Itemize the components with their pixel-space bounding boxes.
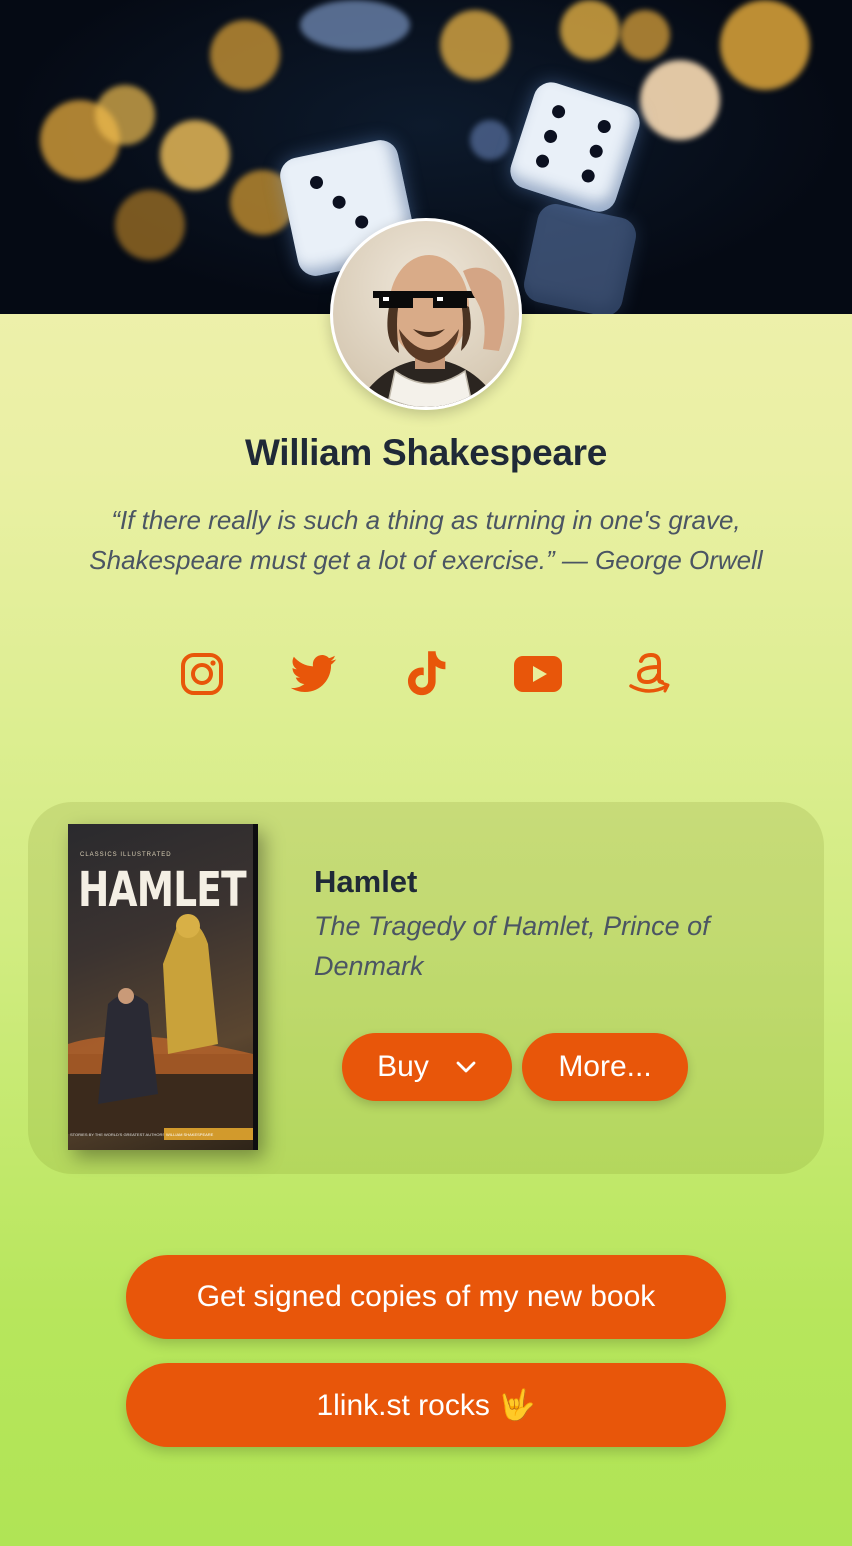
social-links [0,650,852,700]
cover-illustration [68,914,253,1134]
more-button-label: More... [558,1050,652,1083]
profile-quote: “If there really is such a thing as turn… [89,505,763,575]
link-1link-rocks[interactable]: 1link.st rocks 🤟 [126,1363,726,1447]
cover-series-label: CLASSICS ILLUSTRATED [80,852,172,858]
die-reflection [520,200,640,314]
chevron-down-icon [456,1061,476,1073]
twitter-icon[interactable] [290,650,338,698]
book-subtitle: The Tragedy of Hamlet, Prince of Denmark [314,911,710,981]
die-right [505,77,645,217]
youtube-icon[interactable] [514,650,562,698]
portrait-image [356,255,505,407]
cover-footer: STORIES BY THE WORLD'S GREATEST AUTHORS … [68,1128,253,1140]
buy-button-label: Buy [377,1050,429,1083]
book-cover-image[interactable]: CLASSICS ILLUSTRATED HAMLET STORIES BY T… [68,824,258,1150]
link-label: 1link.st rocks 🤟 [316,1388,536,1422]
book-title: Hamlet [314,864,418,899]
link-signed-copies[interactable]: Get signed copies of my new book [126,1255,726,1339]
profile-name: William Shakespeare [244,432,608,473]
avatar [330,218,522,410]
instagram-icon[interactable] [178,650,226,698]
tiktok-icon[interactable] [402,650,450,698]
book-card: CLASSICS ILLUSTRATED HAMLET STORIES BY T… [28,802,824,1174]
link-label: Get signed copies of my new book [196,1280,656,1313]
amazon-icon[interactable] [626,650,674,698]
buy-button[interactable]: Buy [342,1033,512,1101]
more-button[interactable]: More... [522,1033,688,1101]
